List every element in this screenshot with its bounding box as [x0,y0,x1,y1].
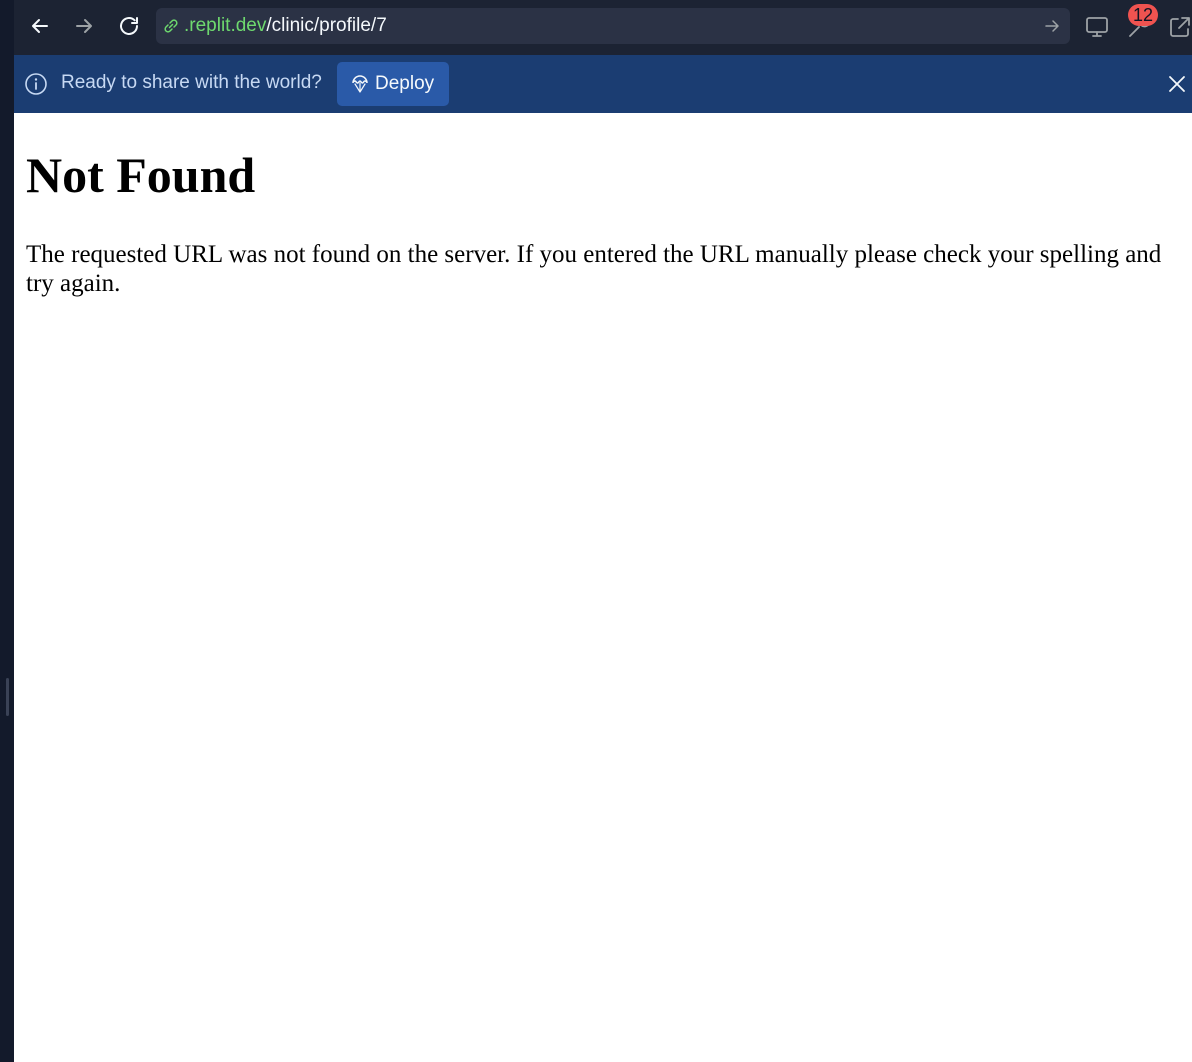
external-link-icon [1170,17,1190,37]
deploy-icon [352,75,368,93]
url-host: .replit.dev [184,15,267,36]
link-icon [164,19,178,33]
go-button[interactable] [1042,16,1062,36]
arrow-right-icon [76,19,92,33]
deploy-label: Deploy [375,73,435,94]
url-path: /clinic/profile/7 [266,15,387,36]
left-gutter [0,0,14,1062]
arrow-left-icon [32,19,48,33]
url-bar[interactable]: .replit.dev/clinic/profile/7 [156,8,1070,44]
arrow-right-icon [1045,20,1059,32]
page-title: Not Found [26,147,256,203]
banner-message: Ready to share with the world? [61,72,322,93]
deploy-banner: Ready to share with the world? Deploy [14,55,1192,113]
info-icon [25,73,47,95]
browser-toolbar: .replit.dev/clinic/profile/7 12 [14,0,1192,55]
page-viewport: Not Found The requested URL was not foun… [14,113,1192,1062]
back-button[interactable] [24,10,56,42]
url-text: .replit.dev/clinic/profile/7 [184,15,387,37]
monitor-icon [1086,17,1108,37]
error-message: The requested URL was not found on the s… [26,241,1162,297]
reload-button[interactable] [113,10,145,42]
notification-badge: 12 [1128,4,1158,26]
close-icon [1169,76,1185,92]
banner-close-button[interactable] [1164,71,1190,97]
resize-handle[interactable] [6,678,9,716]
open-external-button[interactable] [1165,12,1192,42]
reload-icon [120,17,138,35]
devtools-button[interactable] [1082,12,1112,42]
forward-button[interactable] [68,10,100,42]
deploy-button[interactable]: Deploy [337,62,449,106]
